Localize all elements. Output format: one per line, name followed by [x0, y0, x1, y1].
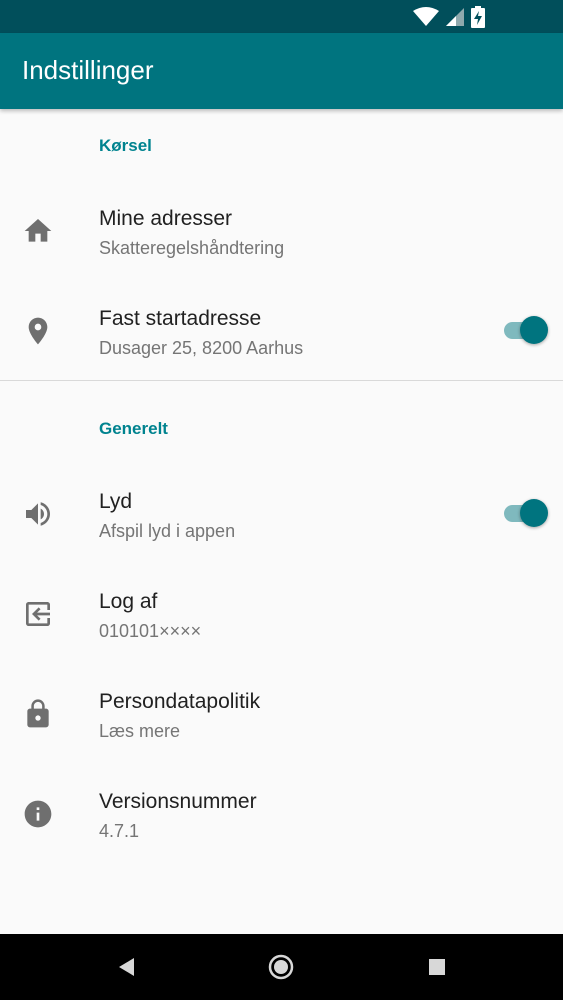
status-bar: [0, 0, 563, 33]
status-icons: [413, 6, 485, 28]
settings-item-privacy-policy[interactable]: Persondatapolitik Læs mere: [0, 662, 563, 762]
cell-signal-icon: [446, 8, 464, 26]
home-circle-icon: [268, 954, 294, 980]
sound-toggle[interactable]: [502, 498, 550, 528]
location-pin-icon: [22, 315, 54, 347]
navigation-bar: [0, 934, 563, 1000]
wifi-icon: [413, 7, 439, 26]
section-header-driving: Kørsel: [99, 136, 152, 155]
settings-item-subtitle: 010101××××: [99, 621, 202, 641]
settings-item-title: Persondatapolitik: [99, 690, 261, 713]
lock-icon: [22, 698, 54, 730]
settings-item-title: Fast startadresse: [99, 307, 262, 330]
settings-item-log-out[interactable]: Log af 010101××××: [0, 562, 563, 662]
back-icon: [119, 958, 134, 976]
settings-item-title: Mine adresser: [99, 207, 233, 230]
settings-item-title: Versionsnummer: [99, 790, 257, 813]
section-divider: [0, 380, 563, 381]
battery-charging-icon: [471, 6, 485, 28]
settings-item-title: Log af: [99, 590, 158, 613]
recents-button[interactable]: [422, 952, 452, 982]
recents-icon: [429, 959, 445, 975]
settings-item-subtitle: Afspil lyd i appen: [99, 521, 236, 541]
settings-item-title: Lyd: [99, 490, 133, 513]
home-icon: [22, 215, 54, 247]
settings-item-subtitle: Skatteregelshåndtering: [99, 238, 285, 258]
volume-icon: [22, 498, 54, 530]
settings-item-my-addresses[interactable]: Mine adresser Skatteregelshåndtering: [0, 179, 563, 279]
logout-icon: [22, 598, 54, 630]
settings-item-subtitle: Dusager 25, 8200 Aarhus: [99, 338, 304, 358]
back-button[interactable]: [112, 952, 142, 982]
settings-item-fixed-start-address[interactable]: Fast startadresse Dusager 25, 8200 Aarhu…: [0, 279, 563, 379]
fixed-start-address-toggle[interactable]: [502, 315, 550, 345]
page-title: Indstillinger: [22, 55, 154, 85]
section-header-general: Generelt: [99, 419, 168, 438]
info-icon: [22, 798, 54, 830]
settings-item-subtitle: 4.7.1: [99, 821, 140, 841]
settings-item-sound[interactable]: Lyd Afspil lyd i appen: [0, 462, 563, 562]
settings-list: Kørsel Mine adresser Skatteregelshåndter…: [0, 109, 563, 934]
settings-item-subtitle: Læs mere: [99, 721, 181, 741]
toggle-thumb: [520, 316, 548, 344]
app-bar: Indstillinger: [0, 33, 563, 109]
settings-item-version-number[interactable]: Versionsnummer 4.7.1: [0, 762, 563, 862]
home-button[interactable]: [266, 952, 296, 982]
toggle-thumb: [520, 499, 548, 527]
